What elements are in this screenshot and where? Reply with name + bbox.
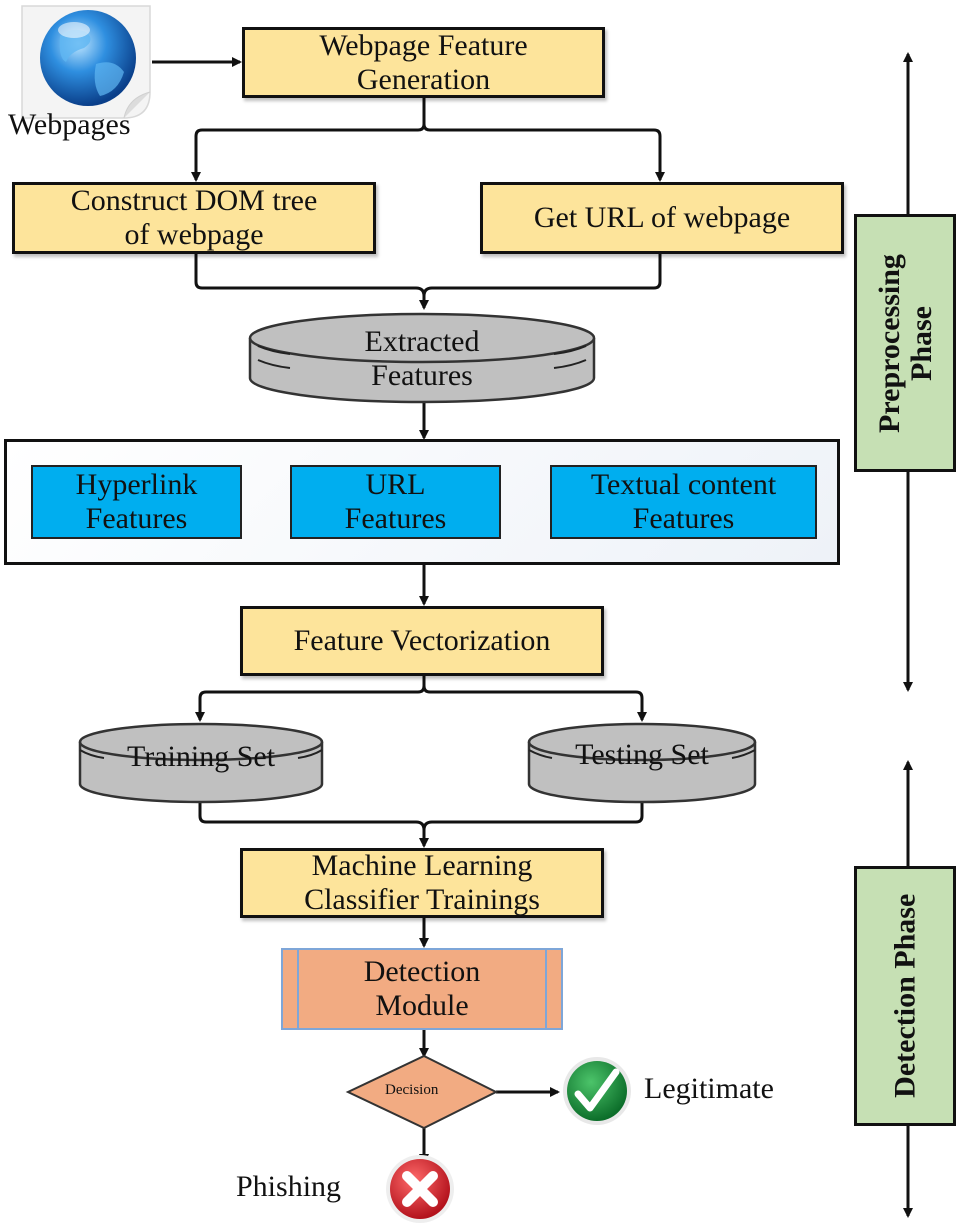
extracted-features-line1: Extracted [364,325,480,359]
arrow-dom-to-extracted [194,252,429,310]
arrow-generation-to-dom [191,98,426,182]
x-circle-icon [386,1155,454,1223]
arrow-url-to-extracted [422,252,662,297]
extracted-features-line2: Features [371,359,473,392]
detection-phase-box: Detection Phase [854,866,956,1126]
construct-dom-line1: Construct DOM tree [70,184,318,218]
testing-set-label: Testing Set [575,738,709,772]
feature-vectorization-node: Feature Vectorization [240,606,604,676]
arrow-testing-to-ml [422,800,644,831]
hyperlink-features-node: Hyperlink Features [31,465,242,539]
textual-content-features-node: Textual content Features [550,465,817,539]
decision-label: Decision [385,1082,439,1098]
phishing-label: Phishing [236,1170,342,1203]
get-url-node: Get URL of webpage [480,182,844,254]
arrow-vectorization-to-testing [422,685,647,722]
ml-training-line1: Machine Learning [311,849,533,883]
check-circle-icon [563,1057,631,1125]
feature-generation-node: Webpage Feature Generation [242,27,605,98]
webpages-label: Webpages [8,108,131,141]
ml-training-node: Machine Learning Classifier Trainings [240,848,604,918]
detection-module-left-bar [297,950,299,1028]
textual-content-features-line1: Textual content [590,468,777,502]
preprocessing-phase-line1: Preprocessing [872,253,906,433]
preprocessing-phase-box: Preprocessing Phase [854,214,956,472]
ml-training-line2: Classifier Trainings [304,883,540,916]
feature-vectorization-label: Feature Vectorization [293,624,551,658]
extracted-features-label: Extracted Features [250,322,594,396]
arrow-vectorization-to-training [195,676,426,722]
construct-dom-line2: of webpage [124,218,264,251]
url-features-line1: URL [365,468,426,502]
get-url-label: Get URL of webpage [533,201,791,235]
construct-dom-node: Construct DOM tree of webpage [12,182,376,254]
arrow-generation-to-url [422,123,665,182]
url-features-line2: Features [344,502,447,535]
preprocessing-phase-label: Preprocessing Phase [872,253,938,433]
detection-phase-label: Detection Phase [888,893,922,1099]
arrow-training-to-ml [198,800,429,848]
legitimate-label: Legitimate [644,1072,774,1105]
textual-content-features-line2: Features [632,502,735,535]
preprocessing-phase-line2: Phase [904,305,937,381]
feature-generation-line1: Webpage Feature [319,28,528,62]
url-features-node: URL Features [290,465,501,539]
detection-module-line1: Detection [363,955,481,989]
feature-generation-line2: Generation [356,62,491,96]
globe-document-icon [21,5,151,119]
detection-module-right-bar [545,950,547,1028]
detection-module-node: Detection Module [281,948,563,1030]
hyperlink-features-line2: Features [85,502,188,535]
training-set-label: Training Set [126,740,276,774]
detection-module-line2: Module [375,989,469,1022]
hyperlink-features-line1: Hyperlink [75,468,198,502]
